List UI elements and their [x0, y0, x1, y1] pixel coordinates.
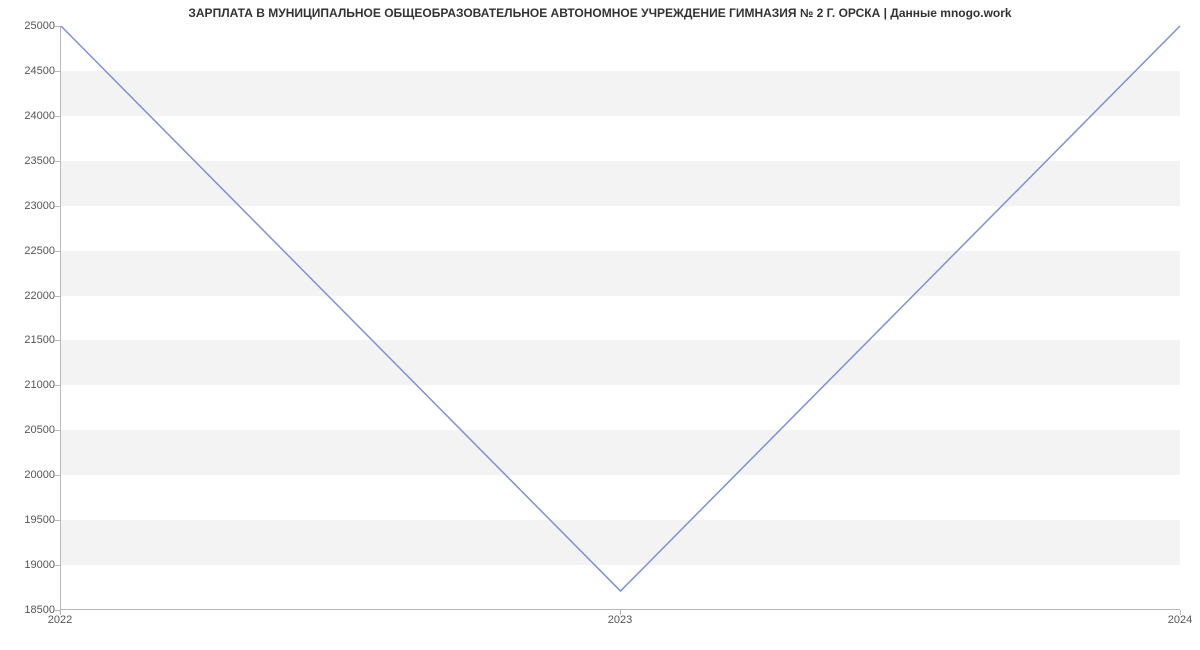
y-tick-mark [55, 520, 60, 521]
y-tick-mark [55, 430, 60, 431]
y-tick-mark [55, 26, 60, 27]
y-tick-mark [55, 206, 60, 207]
x-tick-mark [620, 610, 621, 615]
y-tick-mark [55, 340, 60, 341]
y-tick-label: 21500 [0, 334, 55, 346]
y-tick-mark [55, 161, 60, 162]
y-tick-label: 20500 [0, 424, 55, 436]
y-tick-mark [55, 296, 60, 297]
y-tick-label: 23500 [0, 155, 55, 167]
y-tick-label: 22500 [0, 245, 55, 257]
y-tick-label: 24500 [0, 65, 55, 77]
y-tick-label: 22000 [0, 290, 55, 302]
y-tick-mark [55, 116, 60, 117]
x-tick-label: 2024 [1168, 614, 1192, 626]
x-tick-mark [60, 610, 61, 615]
y-tick-mark [55, 71, 60, 72]
plot-area [60, 26, 1180, 610]
y-tick-mark [55, 251, 60, 252]
y-tick-label: 21000 [0, 379, 55, 391]
chart-container: ЗАРПЛАТА В МУНИЦИПАЛЬНОЕ ОБЩЕОБРАЗОВАТЕЛ… [0, 0, 1200, 650]
y-tick-mark [55, 385, 60, 386]
y-tick-label: 20000 [0, 469, 55, 481]
y-tick-mark [55, 565, 60, 566]
x-tick-label: 2022 [48, 614, 72, 626]
line-series [61, 26, 1180, 609]
y-tick-label: 24000 [0, 110, 55, 122]
series-line [61, 26, 1180, 591]
chart-title: ЗАРПЛАТА В МУНИЦИПАЛЬНОЕ ОБЩЕОБРАЗОВАТЕЛ… [0, 6, 1200, 20]
y-tick-label: 23000 [0, 200, 55, 212]
y-tick-label: 18500 [0, 604, 55, 616]
y-tick-label: 19500 [0, 514, 55, 526]
x-tick-mark [1180, 610, 1181, 615]
x-tick-label: 2023 [608, 614, 632, 626]
y-tick-label: 25000 [0, 20, 55, 32]
y-tick-label: 19000 [0, 559, 55, 571]
y-tick-mark [55, 475, 60, 476]
